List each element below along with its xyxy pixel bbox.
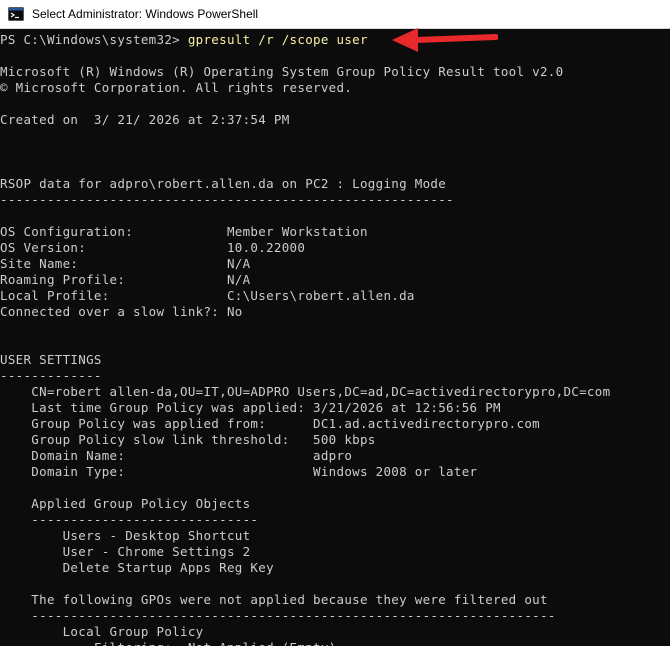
console-line: OS Configuration: Member Workstation <box>0 224 368 239</box>
console-line: Local Profile: C:\Users\robert.allen.da <box>0 288 415 303</box>
console-line: RSOP data for adpro\robert.allen.da on P… <box>0 176 447 191</box>
console-line: Microsoft (R) Windows (R) Operating Syst… <box>0 64 564 79</box>
console-line: ------------- <box>0 368 102 383</box>
console-line: Group Policy was applied from: DC1.ad.ac… <box>0 416 540 431</box>
console-line: User - Chrome Settings 2 <box>0 544 251 559</box>
console-line: Domain Name: adpro <box>0 448 353 463</box>
prompt-line: PS C:\Windows\system32> gpresult /r /sco… <box>0 32 670 48</box>
title-bar[interactable]: Select Administrator: Windows PowerShell <box>0 0 670 29</box>
console-line: ----------------------------- <box>0 512 259 527</box>
console-line: Delete Startup Apps Reg Key <box>0 560 274 575</box>
console-line: Created on 3/ 21/ 2026 at 2:37:54 PM <box>0 112 290 127</box>
console-line: CN=robert allen-da,OU=IT,OU=ADPRO Users,… <box>0 384 611 399</box>
console-line: © Microsoft Corporation. All rights rese… <box>0 80 353 95</box>
command-text: gpresult /r /scope user <box>187 32 368 47</box>
console-output[interactable]: PS C:\Windows\system32> gpresult /r /sco… <box>0 32 670 646</box>
console-line: ----------------------------------------… <box>0 192 454 207</box>
console-line: Group Policy slow link threshold: 500 kb… <box>0 432 376 447</box>
console-line: Roaming Profile: N/A <box>0 272 251 287</box>
prompt-text: PS C:\Windows\system32> <box>0 32 188 47</box>
console-line: ----------------------------------------… <box>0 608 556 623</box>
console-line: Users - Desktop Shortcut <box>0 528 251 543</box>
console-line: The following GPOs were not applied beca… <box>0 592 548 607</box>
window-title: Select Administrator: Windows PowerShell <box>32 7 259 21</box>
powershell-icon <box>8 7 24 21</box>
red-arrow-icon <box>392 28 498 52</box>
console-line: Applied Group Policy Objects <box>0 496 251 511</box>
console-line: USER SETTINGS <box>0 352 102 367</box>
console-line: Filtering: Not Applied (Empty) <box>0 640 670 646</box>
console-line: Local Group Policy <box>0 624 204 639</box>
powershell-window: Select Administrator: Windows PowerShell… <box>0 0 670 646</box>
console-line: Connected over a slow link?: No <box>0 304 243 319</box>
console-line: Last time Group Policy was applied: 3/21… <box>0 400 501 415</box>
console-line: Domain Type: Windows 2008 or later <box>0 464 478 479</box>
console-line: OS Version: 10.0.22000 <box>0 240 306 255</box>
console-line: Site Name: N/A <box>0 256 251 271</box>
